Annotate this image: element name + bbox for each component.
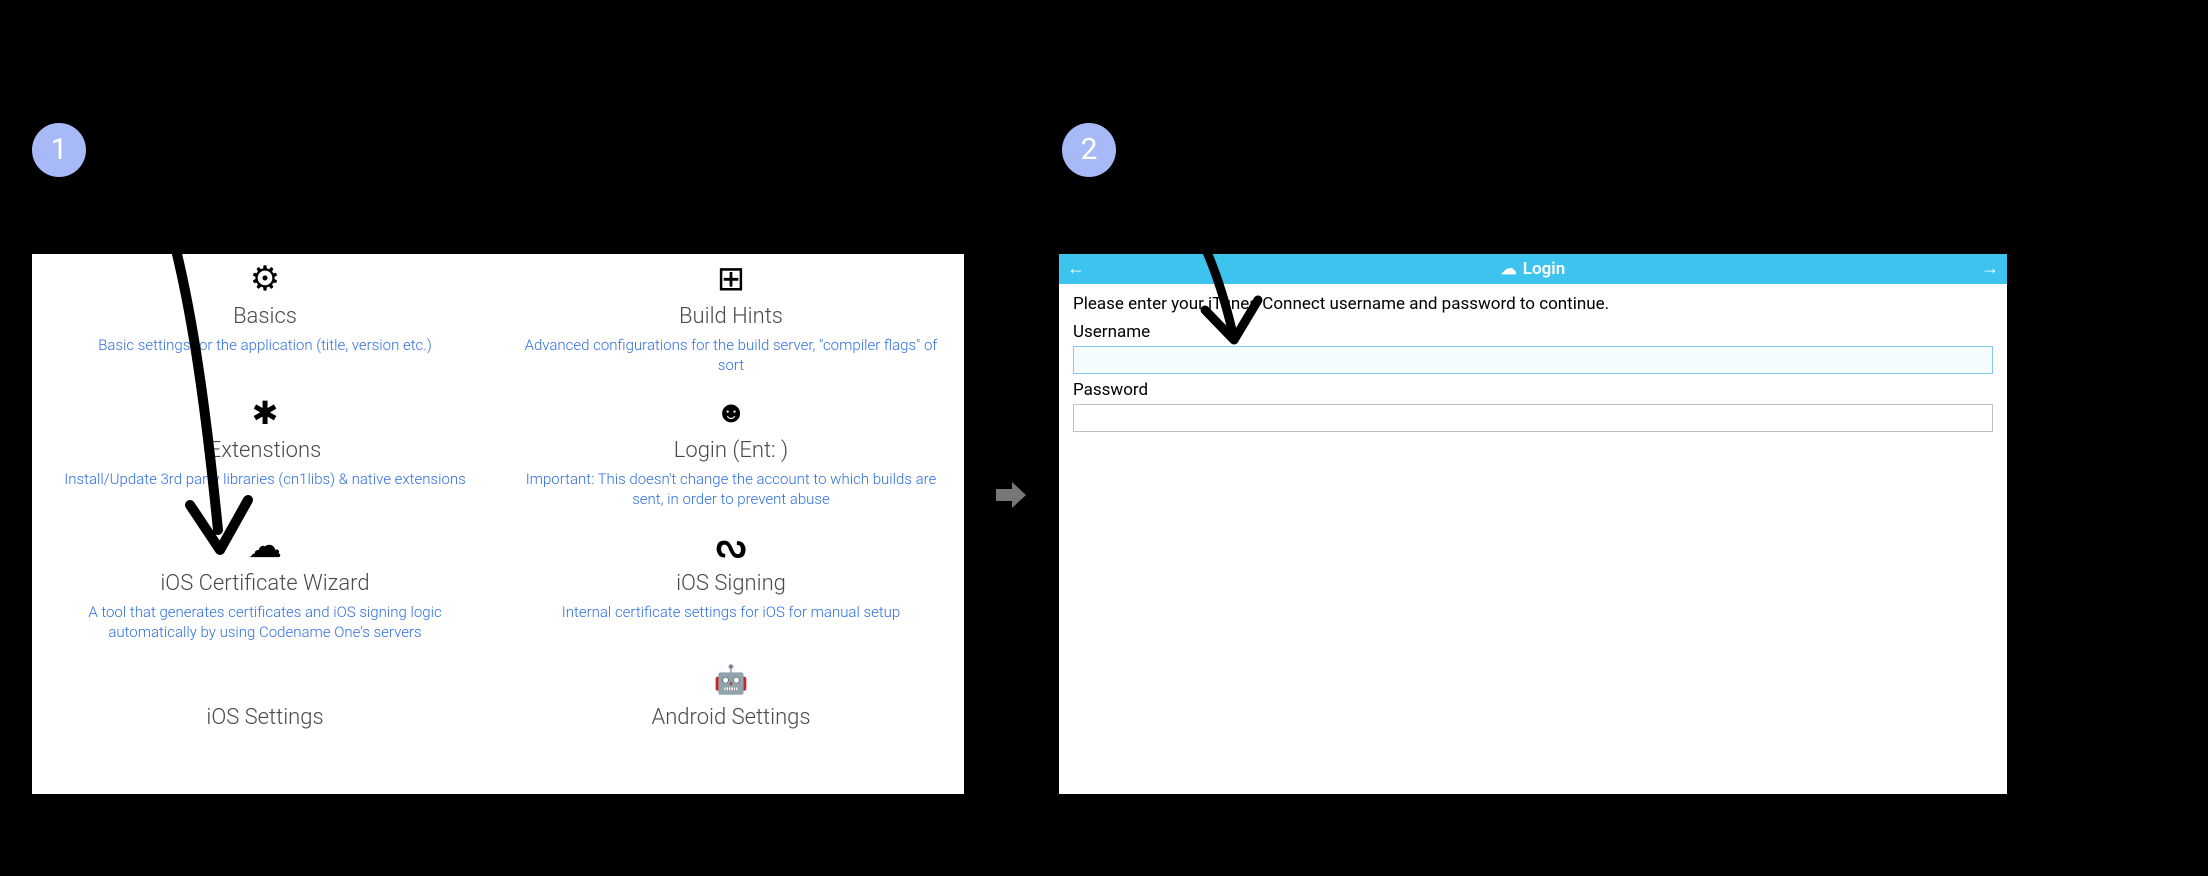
panel-login: ← ☁ Login → Please enter your iTunes Con… (1059, 254, 2007, 794)
signature-icon: ᔓ (520, 525, 942, 567)
tile-title: iOS Signing (520, 571, 942, 596)
cloud-icon: ☁ (1501, 254, 1517, 284)
tile-ios-settings[interactable]: iOS Settings (32, 655, 498, 742)
tile-android-settings[interactable]: 🤖 Android Settings (498, 655, 964, 742)
username-label: Username (1073, 322, 1993, 342)
cloud-icon: ☁ (54, 525, 476, 567)
panel-settings: ⚙ Basics Basic settings for the applicat… (32, 254, 964, 794)
header-title-text: Login (1523, 254, 1565, 284)
step-badge-2: 2 (1062, 123, 1116, 177)
tile-title: Android Settings (520, 705, 942, 730)
grid-icon: ⊞ (520, 258, 942, 300)
tile-login[interactable]: ☻ Login (Ent: ) Important: This doesn't … (498, 388, 964, 522)
person-icon: ☻ (520, 392, 942, 434)
tile-title: iOS Certificate Wizard (54, 571, 476, 596)
tile-title: Login (Ent: ) (520, 438, 942, 463)
login-message: Please enter your iTunes Connect usernam… (1073, 294, 1993, 314)
tile-extensions[interactable]: ✱ Extenstions Install/Update 3rd party l… (32, 388, 498, 522)
tile-desc: Important: This doesn't change the accou… (520, 469, 942, 510)
password-label: Password (1073, 380, 1993, 400)
tile-desc: Internal certificate settings for iOS fo… (520, 602, 942, 622)
apple-icon (54, 659, 476, 701)
tile-build-hints[interactable]: ⊞ Build Hints Advanced configurations fo… (498, 254, 964, 388)
tile-basics[interactable]: ⚙ Basics Basic settings for the applicat… (32, 254, 498, 388)
back-arrow-icon[interactable]: ← (1067, 254, 1085, 284)
tile-title: iOS Settings (54, 705, 476, 730)
tile-title: Basics (54, 304, 476, 329)
login-header: ← ☁ Login → (1059, 254, 2007, 284)
tile-title: Build Hints (520, 304, 942, 329)
tile-ios-signing[interactable]: ᔓ iOS Signing Internal certificate setti… (498, 521, 964, 655)
extension-icon: ✱ (54, 392, 476, 434)
forward-arrow-icon[interactable]: → (1981, 254, 1999, 284)
header-title: ☁ Login (1059, 254, 2007, 284)
tile-desc: A tool that generates certificates and i… (54, 602, 476, 643)
login-body: Please enter your iTunes Connect usernam… (1059, 284, 2007, 440)
connector-arrow-icon (994, 480, 1028, 510)
step-badge-1: 1 (32, 123, 86, 177)
tile-ios-certificate-wizard[interactable]: ☁ iOS Certificate Wizard A tool that gen… (32, 521, 498, 655)
android-icon: 🤖 (520, 659, 942, 701)
tile-title: Extenstions (54, 438, 476, 463)
username-input[interactable] (1073, 346, 1993, 374)
tile-desc: Advanced configurations for the build se… (520, 335, 942, 376)
settings-grid: ⚙ Basics Basic settings for the applicat… (32, 254, 964, 742)
tile-desc: Basic settings for the application (titl… (54, 335, 476, 355)
gear-icon: ⚙ (54, 258, 476, 300)
diagram-canvas: 1 2 ⚙ Basics Basic settings for the appl… (0, 0, 2208, 876)
password-input[interactable] (1073, 404, 1993, 432)
tile-desc: Install/Update 3rd party libraries (cn1l… (54, 469, 476, 489)
